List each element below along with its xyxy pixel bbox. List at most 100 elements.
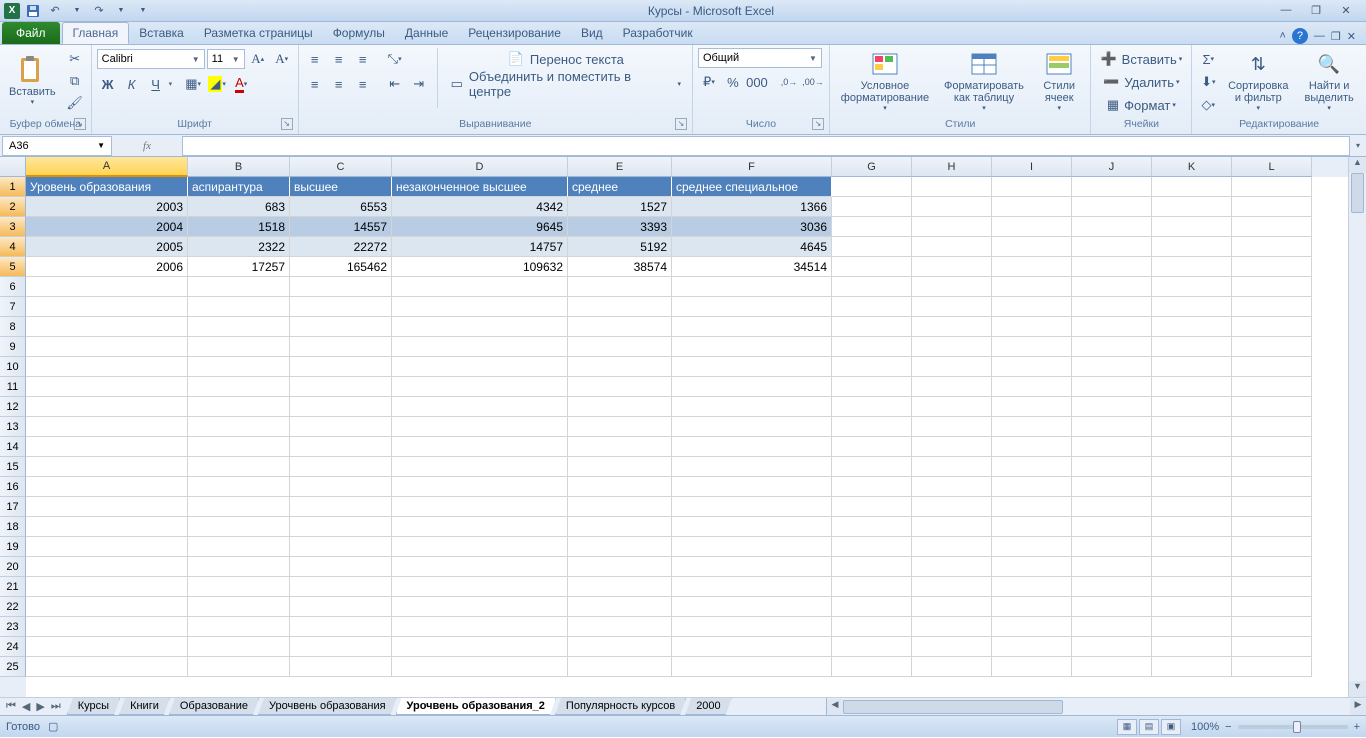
cell-A6[interactable] [26,277,188,297]
zoom-in-button[interactable]: + [1354,721,1360,733]
cell-C7[interactable] [290,297,392,317]
cell-H19[interactable] [912,537,992,557]
cell-J13[interactable] [1072,417,1152,437]
autosum-button[interactable]: Σ▾ [1197,48,1219,70]
zoom-out-button[interactable]: − [1225,721,1231,733]
cell-B8[interactable] [188,317,290,337]
cell-G8[interactable] [832,317,912,337]
cell-A7[interactable] [26,297,188,317]
cell-K17[interactable] [1152,497,1232,517]
cell-J15[interactable] [1072,457,1152,477]
cell-B17[interactable] [188,497,290,517]
cell-D9[interactable] [392,337,568,357]
cell-K12[interactable] [1152,397,1232,417]
cells-area[interactable]: Уровень образованияаспирантуравысшеенеза… [26,177,1348,697]
cell-D6[interactable] [392,277,568,297]
cell-L4[interactable] [1232,237,1312,257]
cell-A2[interactable]: 2003 [26,197,188,217]
row-header-10[interactable]: 10 [0,357,26,377]
ribbon-tab-3[interactable]: Формулы [323,22,395,44]
cell-D5[interactable]: 109632 [392,257,568,277]
cell-J16[interactable] [1072,477,1152,497]
cell-G12[interactable] [832,397,912,417]
name-box[interactable]: A36▼ [2,136,112,156]
row-header-5[interactable]: 5 [0,257,26,277]
bold-button[interactable]: Ж [97,73,119,95]
ribbon-tab-4[interactable]: Данные [395,22,458,44]
cell-C4[interactable]: 22272 [290,237,392,257]
cell-E1[interactable]: среднее [568,177,672,197]
cell-K7[interactable] [1152,297,1232,317]
alignment-launcher[interactable]: ↘ [675,118,687,130]
cell-E2[interactable]: 1527 [568,197,672,217]
cell-K3[interactable] [1152,217,1232,237]
cell-K5[interactable] [1152,257,1232,277]
scroll-up-icon[interactable]: ▲ [1349,157,1366,173]
row-header-2[interactable]: 2 [0,197,26,217]
cell-G17[interactable] [832,497,912,517]
cell-C22[interactable] [290,597,392,617]
font-color-button[interactable]: A▾ [230,73,252,95]
cell-A17[interactable] [26,497,188,517]
redo-button[interactable]: ↷ [90,2,108,20]
sheet-tab-2[interactable]: Образование [169,698,259,715]
cell-H25[interactable] [912,657,992,677]
cell-H14[interactable] [912,437,992,457]
cell-A1[interactable]: Уровень образования [26,177,188,197]
cell-J6[interactable] [1072,277,1152,297]
sheet-tab-0[interactable]: Курсы [67,698,120,715]
cell-I16[interactable] [992,477,1072,497]
cell-D1[interactable]: незаконченное высшее [392,177,568,197]
cell-D19[interactable] [392,537,568,557]
cell-F23[interactable] [672,617,832,637]
cell-A10[interactable] [26,357,188,377]
cell-B13[interactable] [188,417,290,437]
cell-H10[interactable] [912,357,992,377]
cell-C9[interactable] [290,337,392,357]
cell-E22[interactable] [568,597,672,617]
cell-C17[interactable] [290,497,392,517]
cell-L20[interactable] [1232,557,1312,577]
percent-button[interactable]: % [722,71,744,93]
cell-G11[interactable] [832,377,912,397]
row-header-23[interactable]: 23 [0,617,26,637]
cell-E8[interactable] [568,317,672,337]
cell-D18[interactable] [392,517,568,537]
row-header-13[interactable]: 13 [0,417,26,437]
cell-K23[interactable] [1152,617,1232,637]
row-header-11[interactable]: 11 [0,377,26,397]
cell-K9[interactable] [1152,337,1232,357]
cell-H18[interactable] [912,517,992,537]
cell-G23[interactable] [832,617,912,637]
cell-I20[interactable] [992,557,1072,577]
cell-H6[interactable] [912,277,992,297]
cell-A3[interactable]: 2004 [26,217,188,237]
sheet-tab-4[interactable]: Урочвень образования_2 [396,698,556,715]
cell-C5[interactable]: 165462 [290,257,392,277]
cell-G19[interactable] [832,537,912,557]
cell-F5[interactable]: 34514 [672,257,832,277]
cell-E16[interactable] [568,477,672,497]
cell-J23[interactable] [1072,617,1152,637]
cell-E12[interactable] [568,397,672,417]
ribbon-tab-0[interactable]: Главная [62,22,130,44]
orientation-button[interactable]: ⤡▾ [384,48,406,70]
cell-F4[interactable]: 4645 [672,237,832,257]
cell-K15[interactable] [1152,457,1232,477]
cell-G14[interactable] [832,437,912,457]
cell-K22[interactable] [1152,597,1232,617]
sheet-last-icon[interactable]: ⏭ [49,700,63,713]
cell-E17[interactable] [568,497,672,517]
cell-F21[interactable] [672,577,832,597]
cell-L14[interactable] [1232,437,1312,457]
cell-H16[interactable] [912,477,992,497]
cell-B5[interactable]: 17257 [188,257,290,277]
cell-I19[interactable] [992,537,1072,557]
sheet-next-icon[interactable]: ▶ [34,700,46,713]
cell-J11[interactable] [1072,377,1152,397]
cell-D14[interactable] [392,437,568,457]
cell-C1[interactable]: высшее [290,177,392,197]
cell-B20[interactable] [188,557,290,577]
cell-B15[interactable] [188,457,290,477]
cell-G13[interactable] [832,417,912,437]
